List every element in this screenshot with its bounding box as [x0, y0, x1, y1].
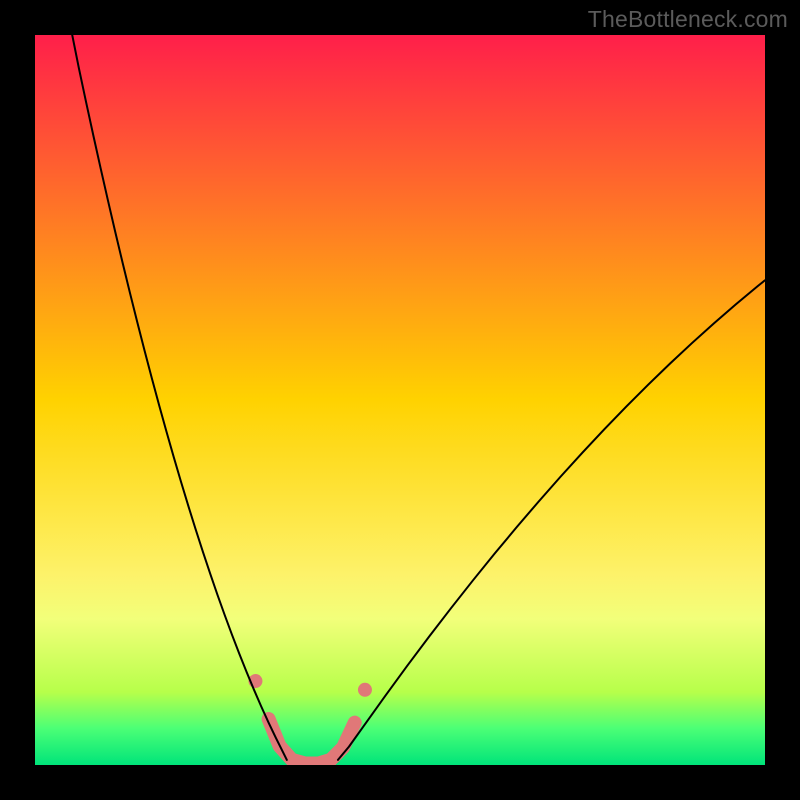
highlight-band-dot — [358, 683, 372, 697]
watermark-text: TheBottleneck.com — [588, 6, 788, 33]
chart-frame: TheBottleneck.com — [0, 0, 800, 800]
chart-svg — [35, 35, 765, 765]
plot-area — [35, 35, 765, 765]
gradient-background — [35, 35, 765, 765]
